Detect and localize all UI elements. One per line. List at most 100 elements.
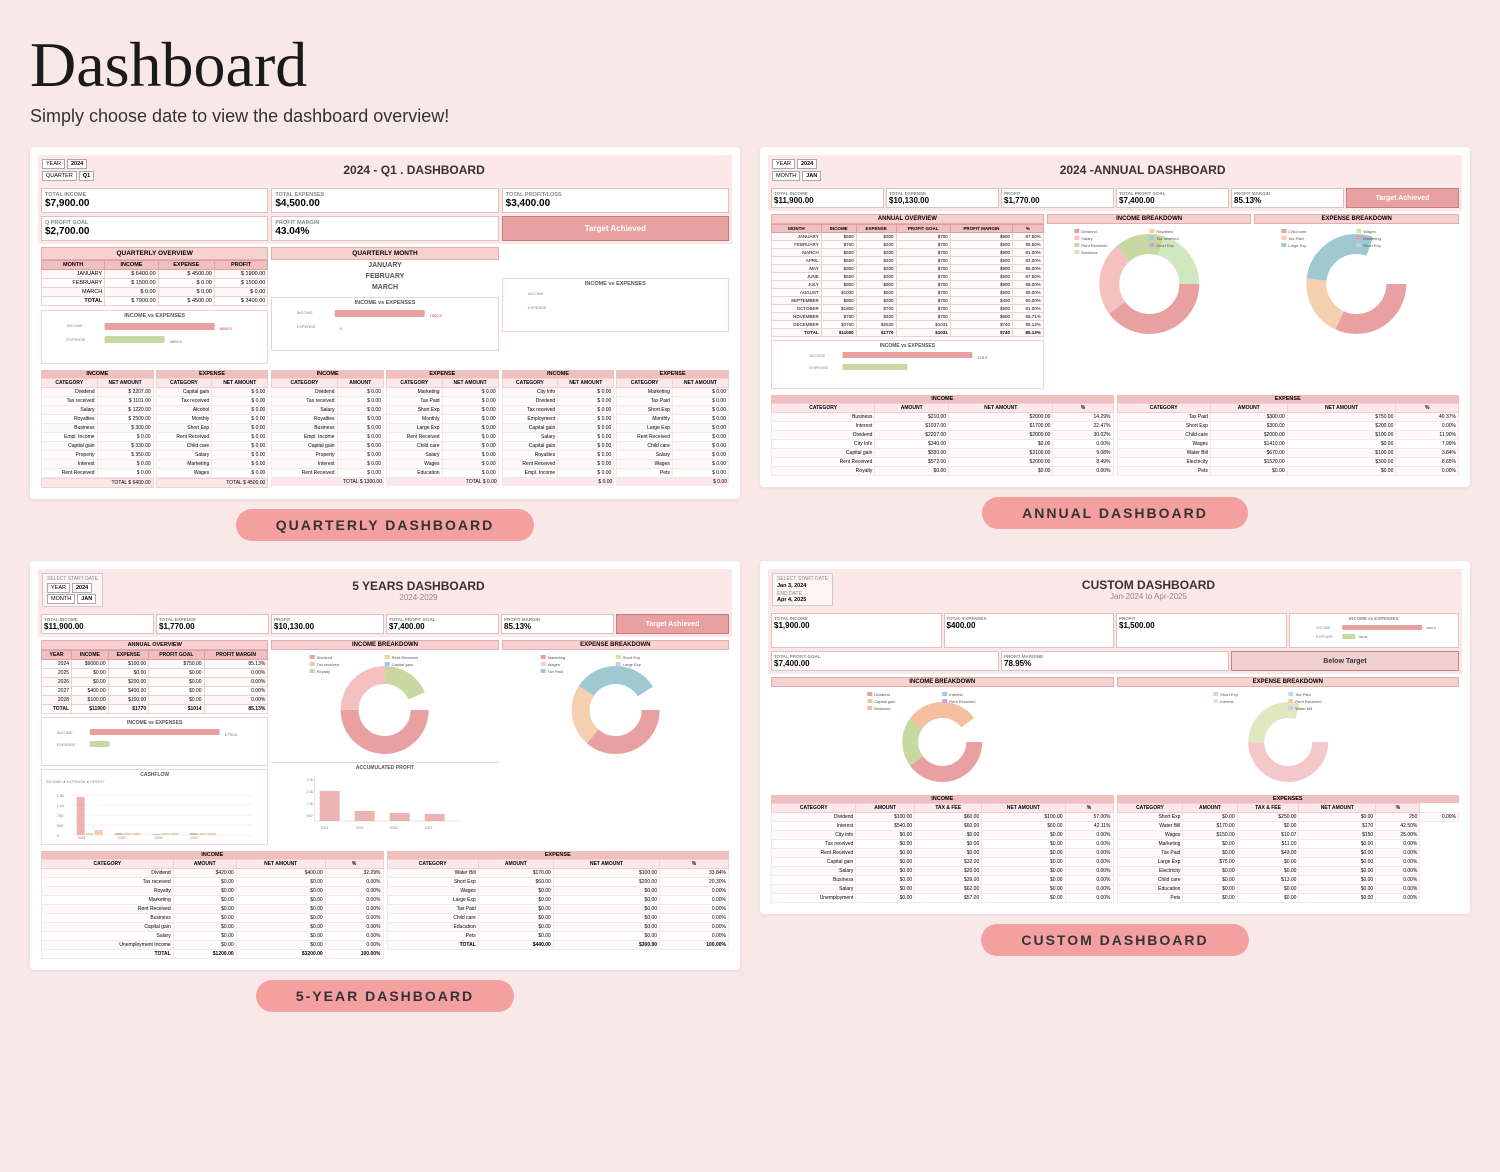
svg-text:INCOME: INCOME (67, 323, 83, 328)
svg-text:0: 0 (57, 833, 60, 838)
svg-text:2027: 2027 (425, 826, 433, 830)
svg-text:1.5k: 1.5k (307, 802, 314, 806)
svg-text:Capital gain: Capital gain (392, 662, 413, 667)
svg-text:Dividend: Dividend (317, 655, 333, 660)
svg-text:Short Exp: Short Exp (1364, 243, 1382, 248)
dashboard-grid: YEAR 2024 QUARTER Q1 2024 - Q1 . DASHBOA… (30, 147, 1470, 1012)
custom-card: SELECT START DATE Jan 3, 2024 END DATE A… (760, 561, 1470, 1012)
svg-text:INCOME: INCOME (809, 353, 825, 358)
annual-ie-chart: INCOME EXPENSE 175.0 (774, 349, 1041, 384)
annual-card: YEAR 2024 MONTH JAN 2024 -ANNUAL DASHBOA… (760, 147, 1470, 541)
svg-text:2026: 2026 (390, 826, 398, 830)
five-year-label-container: 5-YEAR DASHBOARD (30, 980, 740, 1012)
svg-text:Business: Business (1081, 250, 1097, 255)
svg-text:3.0k: 3.0k (307, 778, 314, 782)
svg-text:Large Exp: Large Exp (1289, 243, 1308, 248)
quarterly-chart-3: INCOME EXPENSE (505, 287, 726, 327)
svg-text:Water Bill: Water Bill (1295, 706, 1312, 711)
svg-text:2025: 2025 (356, 826, 364, 830)
svg-text:Rent Received: Rent Received (392, 655, 418, 660)
svg-text:EXPENSE: EXPENSE (67, 337, 86, 342)
svg-text:Royalty: Royalty (317, 669, 330, 674)
quarterly-label: QUARTERLY DASHBOARD (236, 509, 534, 541)
svg-text:Wages: Wages (547, 662, 559, 667)
custom-mini-ie-chart: INCOME 4250.0 EXPENSE 700.00 (1292, 621, 1457, 643)
annual-label-container: ANNUAL DASHBOARD (760, 497, 1470, 529)
svg-text:Rent Received: Rent Received (1081, 243, 1107, 248)
5yr-ie-chart: INCOME EXPENSE 1770.0 (44, 726, 265, 761)
svg-text:EXPENSE: EXPENSE (809, 365, 828, 370)
custom-dashboard: SELECT START DATE Jan 3, 2024 END DATE A… (760, 561, 1470, 914)
page-title: Dashboard (30, 30, 1470, 100)
svg-text:500: 500 (307, 814, 313, 818)
custom-label-container: CUSTOM DASHBOARD (760, 924, 1470, 956)
svg-text:500: 500 (57, 823, 64, 828)
svg-text:Short Exp: Short Exp (1220, 692, 1238, 697)
svg-text:Short Exp: Short Exp (1156, 243, 1174, 248)
svg-text:1.5k: 1.5k (57, 793, 65, 798)
svg-text:2.5k: 2.5k (307, 790, 314, 794)
custom-content: SELECT START DATE Jan 3, 2024 END DATE A… (760, 561, 1470, 914)
quarterly-chart-1: INCOME EXPENSE 6000.0 4500.0 (44, 319, 265, 359)
custom-income-pie: Dividend Capital gain Business Interest … (771, 687, 1114, 787)
custom-expense-pie: Short Exp Interest Tax Paid Rent Receive… (1117, 687, 1460, 787)
svg-text:175.0: 175.0 (977, 355, 988, 360)
annual-expense-pie: Child care Tax Paid Large Exp Wages Mark… (1254, 224, 1459, 344)
svg-text:4500.0: 4500.0 (170, 339, 183, 344)
svg-text:INCOME: INCOME (57, 730, 73, 735)
svg-text:EXPENSE: EXPENSE (1316, 635, 1333, 639)
svg-text:INCOME: INCOME (527, 291, 543, 296)
svg-text:Child care: Child care (1289, 229, 1308, 234)
svg-text:Interest: Interest (949, 692, 963, 697)
annual-dashboard: YEAR 2024 MONTH JAN 2024 -ANNUAL DASHBOA… (760, 147, 1470, 487)
five-year-content: SELECT START DATE YEAR 2024 MONTH JAN 5 … (30, 561, 740, 970)
svg-text:2027: 2027 (191, 836, 199, 840)
svg-text:Interest: Interest (1220, 699, 1234, 704)
five-year-title: 5 YEARS DASHBOARD (109, 579, 728, 593)
svg-text:EXPENSE: EXPENSE (527, 305, 546, 310)
quarterly-dashboard: YEAR 2024 QUARTER Q1 2024 - Q1 . DASHBOA… (30, 147, 740, 499)
svg-text:Royalties: Royalties (1156, 229, 1172, 234)
5yr-cashflow-chart: 1.5k 1.0k 750 500 0 (44, 785, 265, 840)
svg-text:Business: Business (874, 706, 890, 711)
svg-text:Dividend: Dividend (1081, 229, 1097, 234)
custom-subtitle: Jan-2024 to Apr-2025 (839, 592, 1458, 601)
annual-label: ANNUAL DASHBOARD (982, 497, 1248, 529)
annual-year-info: YEAR 2024 MONTH JAN (772, 159, 821, 181)
svg-text:Dividend: Dividend (874, 692, 890, 697)
5yr-income-pie: Dividend Tax received Royalty Rent Recei… (271, 650, 498, 760)
svg-text:Capital gain: Capital gain (874, 699, 895, 704)
svg-text:1770.0: 1770.0 (225, 732, 238, 737)
svg-text:2025: 2025 (118, 836, 126, 840)
svg-text:Rent Received: Rent Received (949, 699, 975, 704)
svg-text:4250.0: 4250.0 (1426, 626, 1436, 630)
quarterly-label-container: QUARTERLY DASHBOARD (30, 509, 740, 541)
svg-text:EXPENSE: EXPENSE (297, 324, 316, 329)
svg-text:INCOME: INCOME (1316, 626, 1331, 630)
svg-text:2026: 2026 (155, 836, 163, 840)
quarterly-achieved: Target Achieved (585, 224, 646, 233)
svg-text:0: 0 (340, 326, 343, 331)
svg-text:Short Exp: Short Exp (622, 655, 640, 660)
svg-text:Wages: Wages (1364, 229, 1376, 234)
svg-text:Rent Received: Rent Received (1295, 699, 1321, 704)
svg-text:Tax Paid: Tax Paid (547, 669, 562, 674)
quarterly-income: $7,900.00 (45, 198, 264, 209)
custom-label: CUSTOM DASHBOARD (981, 924, 1248, 956)
5yr-accum-profit: 3.0k 2.5k 1.5k 500 2024 2025 2026 2027 (271, 771, 498, 831)
svg-text:6000.0: 6000.0 (220, 326, 233, 331)
quarterly-title: 2024 - Q1 . DASHBOARD (100, 163, 728, 177)
quarterly-card: YEAR 2024 QUARTER Q1 2024 - Q1 . DASHBOA… (30, 147, 740, 541)
page-header: Dashboard Simply choose date to view the… (30, 30, 1470, 127)
five-year-dashboard: SELECT START DATE YEAR 2024 MONTH JAN 5 … (30, 561, 740, 970)
svg-text:750: 750 (57, 813, 64, 818)
annual-income-pie: Dividend Salary Rent Received Business R… (1047, 224, 1252, 344)
5yr-expense-pie: Marketing Wages Tax Paid Short Exp Large… (502, 650, 729, 760)
svg-text:Large Exp: Large Exp (622, 662, 641, 667)
svg-text:Tax Paid: Tax Paid (1295, 692, 1310, 697)
annual-content: YEAR 2024 MONTH JAN 2024 -ANNUAL DASHBOA… (760, 147, 1470, 487)
quarterly-chart-2: INCOME EXPENSE 1500.0 0 (274, 306, 495, 346)
quarterly-goal: $2,700.00 (45, 226, 264, 237)
five-year-subtitle: 2024-2029 (109, 593, 728, 602)
five-year-card: SELECT START DATE YEAR 2024 MONTH JAN 5 … (30, 561, 740, 1012)
